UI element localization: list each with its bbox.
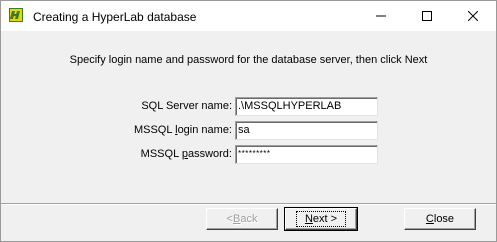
close-icon [468,11,478,21]
minimize-icon [376,15,386,17]
server-name-input[interactable]: .\MSSQLHYPERLAB [235,97,378,116]
button-separator [1,203,496,205]
server-name-label: SQL Server name: [141,100,232,112]
close-button[interactable]: Close [404,208,476,230]
login-name-input[interactable]: sa [235,121,378,140]
instruction-text: Specify login name and password for the … [69,54,428,66]
back-button[interactable]: < Back [206,208,278,230]
password-label: MSSQL password: [140,148,232,160]
close-window-button[interactable] [450,1,496,31]
maximize-button[interactable] [404,1,450,31]
dialog-content: Specify login name and password for the … [1,31,496,241]
next-button[interactable]: Next > [284,207,358,231]
login-name-label: MSSQL login name: [133,124,232,136]
maximize-icon [422,11,432,21]
title-bar[interactable]: Creating a HyperLab database [1,1,496,31]
hyperlab-app-icon[interactable] [8,7,24,23]
window-title: Creating a HyperLab database [33,10,197,24]
minimize-button[interactable] [358,1,404,31]
password-input[interactable]: ********* [235,145,378,164]
dialog-window: Creating a HyperLab database Specify log… [0,0,497,242]
focus-rectangle: Next > [295,211,347,227]
